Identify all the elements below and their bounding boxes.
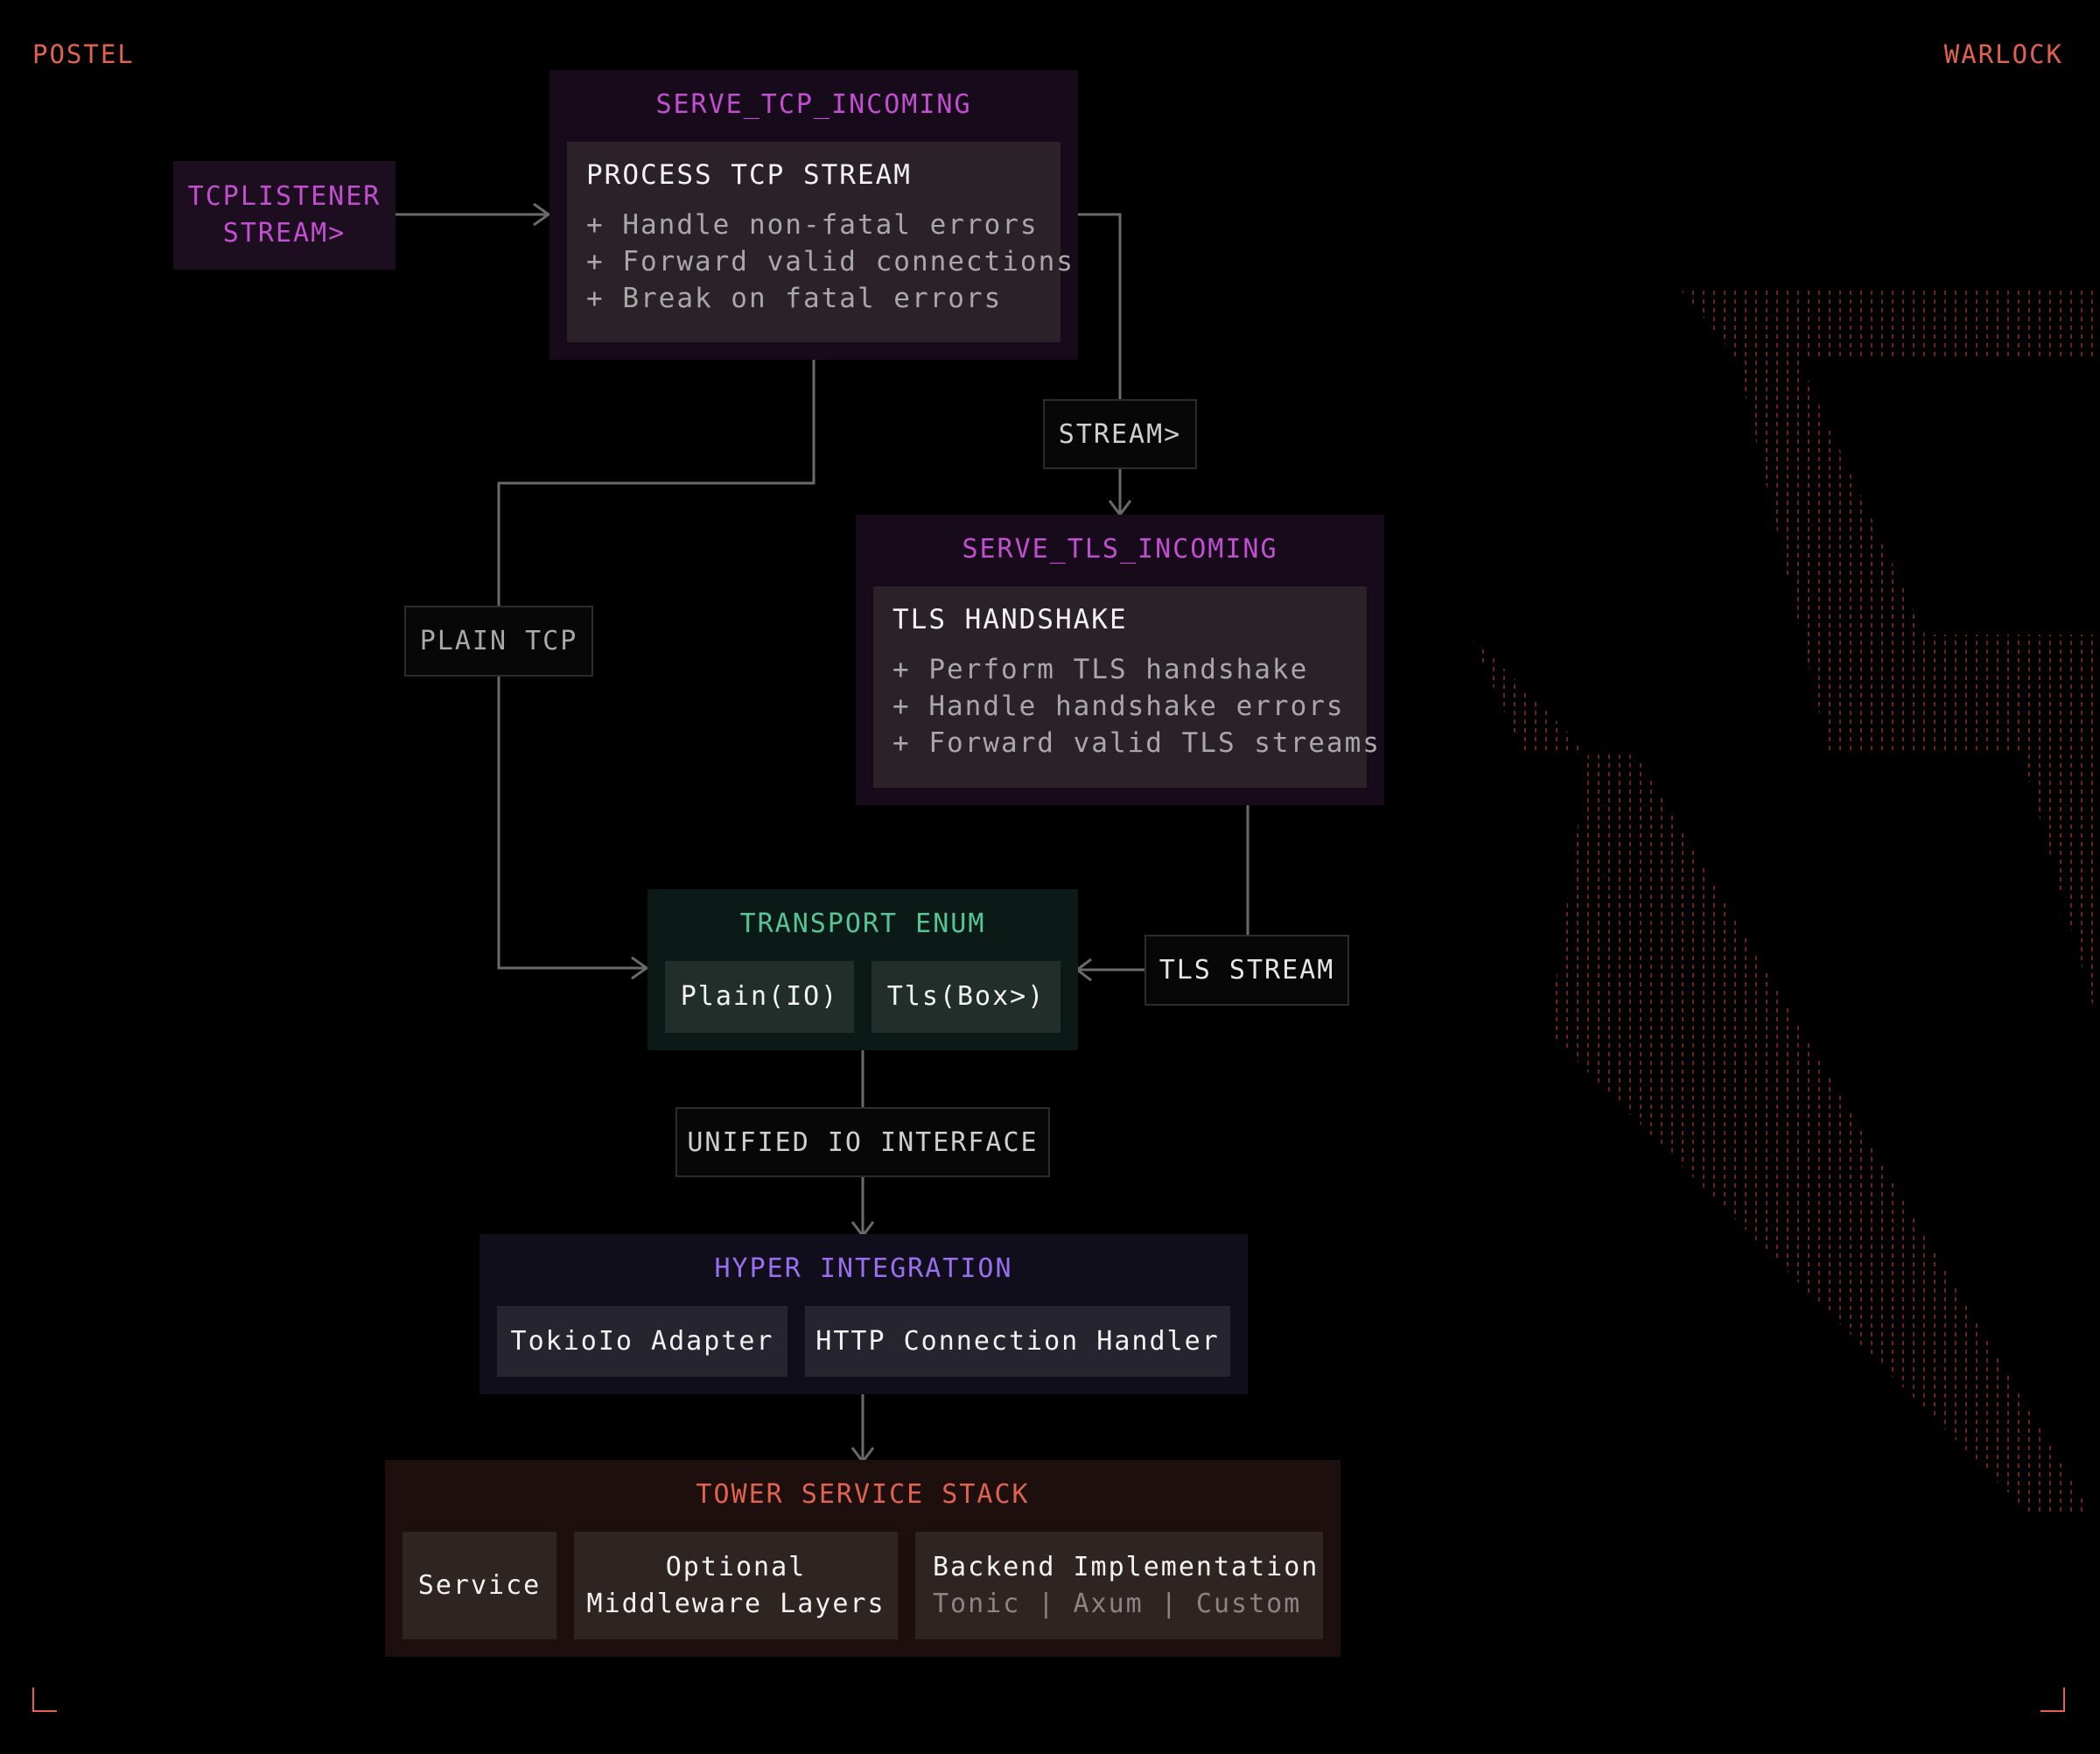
middleware-line1: Optional [665, 1551, 807, 1582]
backend-implementation-cell: Backend Implementation Tonic | Axum | Cu… [915, 1532, 1323, 1639]
process-tcp-bullet: + Forward valid connections [586, 246, 1074, 277]
process-tcp-title: PROCESS TCP STREAM [586, 159, 912, 191]
service-cell: Service [402, 1532, 556, 1639]
tls-handshake-panel: TLS HANDSHAKE + Perform TLS handshake + … [873, 586, 1381, 788]
middleware-line2: Middleware Layers [586, 1588, 886, 1619]
serve-tls-incoming-node: SERVE_TLS_INCOMING TLS HANDSHAKE + Perfo… [856, 515, 1384, 805]
corner-bracket-right-icon [2040, 1687, 2065, 1712]
serve-tls-title: SERVE_TLS_INCOMING [962, 534, 1278, 565]
tls-handshake-bullet: + Perform TLS handshake [892, 654, 1309, 685]
tcp-listener-line1: TCPLISTENER [187, 181, 382, 212]
tower-service-stack-title: TOWER SERVICE STACK [696, 1479, 1030, 1510]
serve-tcp-title: SERVE_TCP_INCOMING [655, 89, 972, 120]
transport-enum-node: TRANSPORT ENUM Plain(IO) Tls(Box>) [648, 889, 1078, 1050]
middleware-layers-cell: Optional Middleware Layers [574, 1532, 898, 1639]
corner-label-right: WARLOCK [1943, 39, 2063, 69]
tokioio-adapter-cell: TokioIo Adapter [497, 1306, 788, 1377]
corner-bracket-left-icon [32, 1687, 57, 1712]
backend-line2: Tonic | Axum | Custom [933, 1588, 1302, 1619]
http-connection-handler-cell: HTTP Connection Handler [805, 1306, 1230, 1377]
hyper-integration-node: HYPER INTEGRATION TokioIo Adapter HTTP C… [480, 1234, 1248, 1394]
tls-handshake-title: TLS HANDSHAKE [892, 604, 1128, 635]
backend-line1: Backend Implementation [933, 1551, 1320, 1582]
process-tcp-bullet: + Break on fatal errors [586, 283, 1003, 314]
tower-service-stack-node: TOWER SERVICE STACK Service Optional Mid… [385, 1460, 1340, 1657]
tcp-listener-line2: STREAM> [222, 218, 346, 249]
process-tcp-bullet: + Handle non-fatal errors [586, 209, 1039, 241]
tcp-listener-node: TCPLISTENER STREAM> [173, 161, 396, 270]
transport-tls-variant: Tls(Box>) [872, 961, 1060, 1033]
serve-tcp-incoming-node: SERVE_TCP_INCOMING PROCESS TCP STREAM + … [550, 70, 1078, 360]
stream-label: STREAM> [1043, 399, 1197, 469]
plain-tcp-label: PLAIN TCP [404, 606, 593, 677]
transport-enum-title: TRANSPORT ENUM [739, 909, 986, 939]
process-tcp-panel: PROCESS TCP STREAM + Handle non-fatal er… [567, 142, 1074, 342]
tls-handshake-bullet: + Handle handshake errors [892, 691, 1345, 722]
corner-label-left: POSTEL [32, 39, 135, 69]
hyper-integration-title: HYPER INTEGRATION [714, 1253, 1013, 1284]
tls-stream-label: TLS STREAM [1144, 935, 1349, 1006]
transport-plain-variant: Plain(IO) [665, 961, 854, 1033]
tls-handshake-bullet: + Forward valid TLS streams [892, 727, 1381, 759]
unified-io-label: UNIFIED IO INTERFACE [676, 1107, 1050, 1177]
